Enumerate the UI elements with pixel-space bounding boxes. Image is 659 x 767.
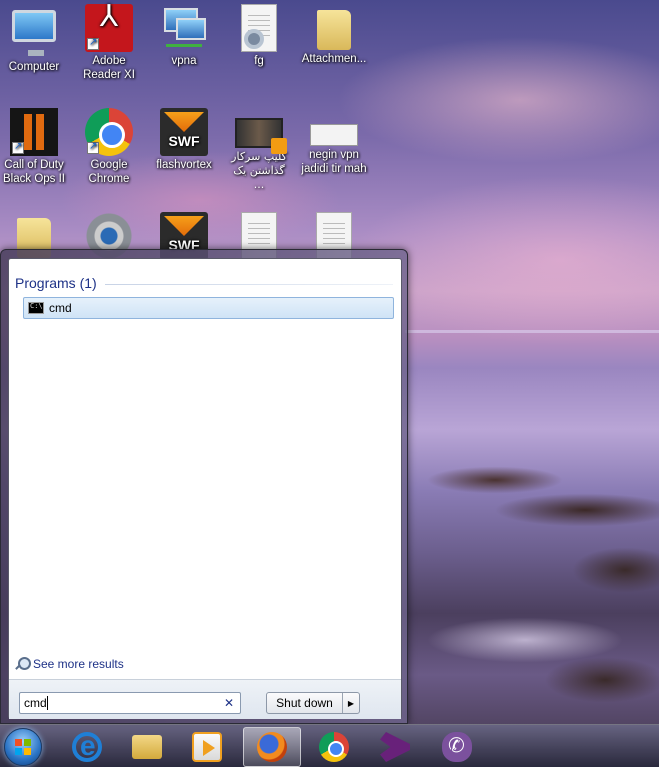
magnifier-icon [15,657,31,671]
visual-studio-icon [380,732,410,762]
programs-group-header: Programs (1) [15,275,393,291]
start-button[interactable] [4,728,42,766]
desktop-icon-label: کلیپ سرکار گذاشتن یک ... [231,150,287,191]
desktop-icon-label: Call of Duty Black Ops II [3,159,65,185]
desktop-icon-label: fg [254,55,264,67]
desktop-icon-label: Adobe Reader XI [83,55,135,81]
config-file-icon [241,4,277,52]
media-player-icon [192,732,222,762]
explorer-icon [132,735,162,759]
desktop-icon-call-of-duty[interactable]: Call of Duty Black Ops II [0,108,72,186]
search-result-cmd[interactable]: cmd [23,297,394,319]
desktop-icon-label: vpna [171,55,197,67]
search-input-value: cmd [24,696,48,710]
desktop-icon-negin-vpn[interactable]: negin vpn jadidi tir mah [296,108,372,176]
gear-icon [244,29,264,49]
group-divider [104,283,393,285]
taskbar-viber[interactable] [428,727,486,767]
desktop-icon-fg[interactable]: fg [221,4,297,68]
ie-icon [72,730,102,762]
desktop-icon-video[interactable]: کلیپ سرکار گذاشتن یک ... [221,108,297,192]
chrome-icon [85,108,133,156]
desktop-icon-label: Computer [8,61,60,73]
clear-search-icon[interactable]: ✕ [224,696,234,710]
shutdown-label: Shut down [276,696,333,710]
taskbar [0,724,659,767]
start-menu: Programs (1) cmd See more results cmd ✕ … [0,249,408,724]
shutdown-button-group: Shut down ▶ [266,692,360,714]
desktop-icon-vpna[interactable]: vpna [146,4,222,68]
video-file-icon [235,118,287,154]
desktop-icon-attachments[interactable]: Attachmen... [296,4,372,66]
swf-icon [160,108,208,156]
start-menu-bottom-bar: cmd ✕ Shut down ▶ [9,679,401,719]
taskbar-windows-explorer[interactable] [118,727,176,767]
programs-group-title: Programs (1) [15,275,97,291]
taskbar-internet-explorer[interactable] [58,727,116,767]
cmd-icon [28,302,44,314]
see-more-results-link[interactable]: See more results [15,657,124,671]
desktop-icon-label: Google Chrome [88,159,130,185]
desktop-icon-label: flashvortex [156,159,212,171]
search-result-label: cmd [49,301,72,315]
wallpaper-horizon [405,330,659,333]
desktop-icon-adobe-reader[interactable]: Adobe Reader XI [71,4,147,82]
taskbar-visual-studio[interactable] [366,727,424,767]
desktop-icon-google-chrome[interactable]: Google Chrome [71,108,147,186]
game-icon [10,108,58,156]
desktop-icon-label: Attachmen... [301,53,367,65]
taskbar-firefox[interactable] [243,727,301,767]
adobe-reader-icon [85,4,133,52]
desktop-icon-flashvortex[interactable]: flashvortex [146,108,222,172]
search-results-pane: Programs (1) cmd See more results cmd ✕ … [8,258,402,719]
viber-icon [442,732,472,762]
shortcut-arrow-icon [87,36,99,50]
desktop-icon-label: negin vpn jadidi tir mah [301,149,367,175]
taskbar-chrome[interactable] [305,727,363,767]
folder-icon [317,10,351,50]
taskbar-media-player[interactable] [178,727,236,767]
firefox-icon [257,732,287,762]
shutdown-button[interactable]: Shut down [267,693,343,713]
wallpaper-rocks [405,440,659,730]
see-more-results-label: See more results [33,657,124,671]
desktop-icon-computer[interactable]: Computer [0,4,72,74]
document-icon [310,124,358,146]
computer-icon [10,10,58,58]
shortcut-arrow-icon [12,140,24,154]
chrome-icon [319,732,349,762]
start-search-input[interactable]: cmd ✕ [19,692,241,714]
network-icon [160,4,208,52]
shortcut-arrow-icon [87,140,99,154]
shutdown-options-arrow-icon[interactable]: ▶ [343,693,359,713]
